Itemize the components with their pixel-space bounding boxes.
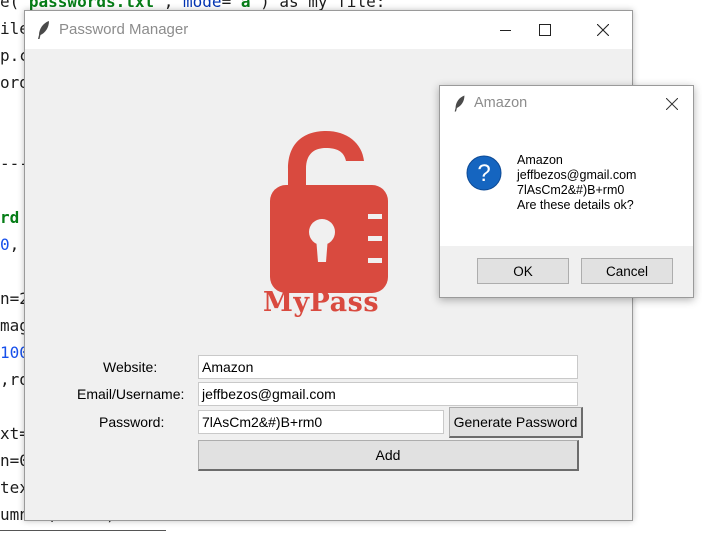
website-label: Website: [103, 359, 158, 375]
dialog-message-line: 7lAsCm2&#)B+rm0 [517, 183, 625, 197]
code-line: rd [0, 208, 20, 227]
main-window-title: Password Manager [59, 21, 189, 38]
password-label: Password: [99, 414, 165, 430]
code-underline [0, 530, 166, 531]
dialog-message: Amazon jeffbezos@gmail.com 7lAsCm2&#)B+r… [517, 153, 636, 213]
dialog-titlebar[interactable]: Amazon [440, 86, 693, 122]
close-icon [597, 24, 609, 36]
confirm-dialog: Amazon ? Amazon jeffbezos@gmail.com 7lAs… [439, 85, 694, 298]
dialog-close-button[interactable] [660, 92, 684, 116]
minimize-icon [500, 30, 511, 31]
generate-password-button[interactable]: Generate Password [449, 407, 583, 438]
dialog-message-line: Amazon [517, 153, 563, 167]
question-icon: ? [466, 155, 502, 191]
email-label: Email/Username: [77, 386, 185, 402]
padlock-icon [270, 131, 388, 293]
maximize-icon [539, 24, 551, 36]
maximize-button[interactable] [522, 11, 568, 49]
close-icon [666, 98, 678, 110]
password-input[interactable]: 7lAsCm2&#)B+rm0 [198, 410, 444, 434]
add-button[interactable]: Add [198, 440, 579, 471]
close-button[interactable] [580, 11, 626, 49]
feather-icon [38, 21, 49, 39]
website-input[interactable]: Amazon [198, 355, 578, 379]
logo-text: MyPass [262, 287, 380, 318]
ok-button[interactable]: OK [477, 258, 569, 284]
main-titlebar[interactable]: Password Manager [25, 11, 632, 49]
cancel-button[interactable]: Cancel [581, 258, 673, 284]
code-line: 0, [0, 235, 20, 254]
email-input[interactable]: jeffbezos@gmail.com [198, 382, 578, 406]
dialog-title: Amazon [474, 95, 528, 111]
dialog-message-line: jeffbezos@gmail.com [517, 168, 637, 182]
dialog-message-line: Are these details ok? [517, 198, 634, 212]
svg-text:?: ? [477, 160, 490, 187]
feather-icon [454, 95, 465, 112]
